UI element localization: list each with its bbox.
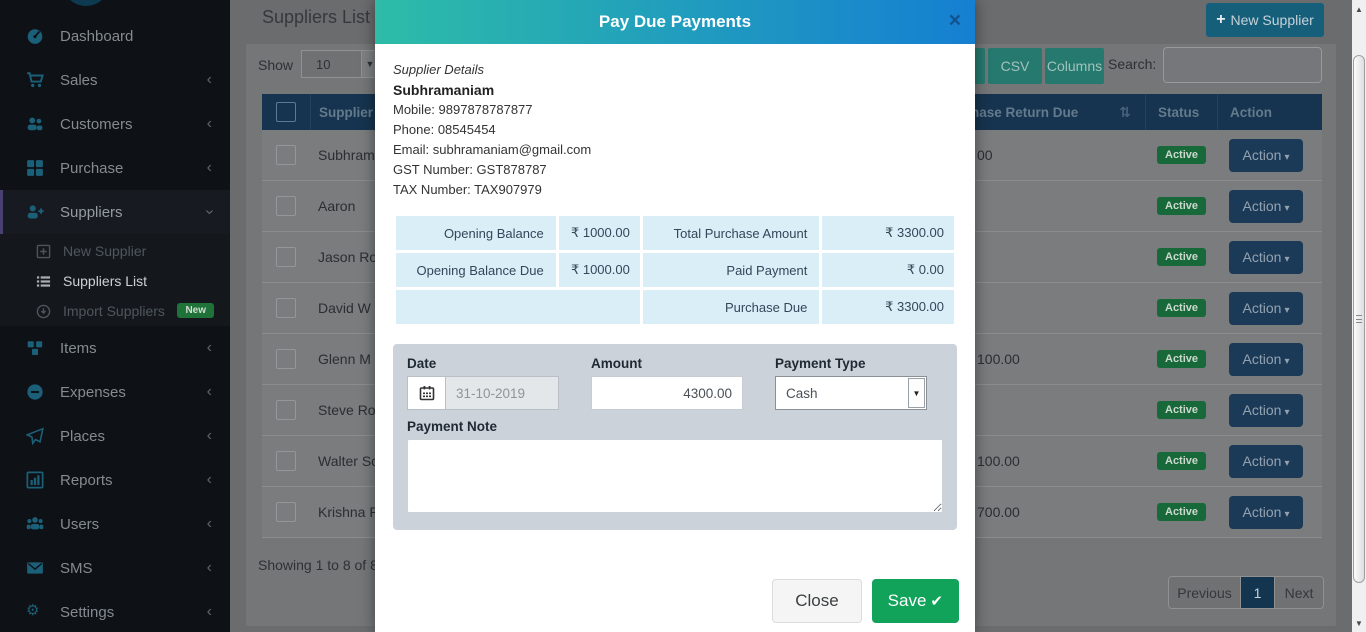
supplier-details-heading: Supplier Details bbox=[393, 60, 957, 80]
app-window: Dashboard Sales ‹ Customers ‹ P bbox=[0, 0, 1366, 632]
window-scrollbar[interactable]: ▲ ▼ bbox=[1352, 0, 1366, 632]
summary-value: ₹ 0.00 bbox=[821, 252, 956, 289]
scrollbar-thumb[interactable] bbox=[1353, 55, 1365, 583]
payment-form-panel: Date Amount Payment Type bbox=[393, 344, 957, 530]
payment-note-label: Payment Note bbox=[407, 419, 943, 434]
summary-value: ₹ 1000.00 bbox=[557, 252, 641, 289]
summary-label: Paid Payment bbox=[641, 252, 821, 289]
supplier-phone-text: Phone: 08545454 bbox=[393, 120, 957, 140]
summary-label: Opening Balance Due bbox=[395, 252, 558, 289]
select-arrow-icon: ▼ bbox=[908, 378, 925, 408]
save-button[interactable]: Save ✔ bbox=[872, 579, 959, 623]
date-input[interactable] bbox=[445, 376, 559, 410]
payment-type-value: Cash bbox=[776, 386, 907, 401]
supplier-email-text: Email: subhramaniam@gmail.com bbox=[393, 140, 957, 160]
scroll-down-arrow-icon[interactable]: ▼ bbox=[1352, 616, 1366, 630]
modal-header: Pay Due Payments × bbox=[375, 0, 975, 44]
summary-label: Total Purchase Amount bbox=[641, 215, 821, 252]
payment-note-textarea[interactable] bbox=[407, 439, 943, 513]
supplier-gst-text: GST Number: GST878787 bbox=[393, 160, 957, 180]
close-button[interactable]: Close bbox=[772, 579, 861, 623]
save-label: Save bbox=[888, 591, 927, 611]
summary-value: ₹ 3300.00 bbox=[821, 289, 956, 326]
modal-title: Pay Due Payments bbox=[599, 12, 751, 32]
amount-label: Amount bbox=[591, 356, 743, 371]
pay-due-payments-modal: Pay Due Payments × Supplier Details Subh… bbox=[375, 0, 975, 632]
close-icon[interactable]: × bbox=[949, 10, 961, 31]
supplier-name-text: Subhramaniam bbox=[393, 80, 957, 100]
modal-body: Supplier Details Subhramaniam Mobile: 98… bbox=[375, 44, 975, 530]
summary-empty-cell bbox=[395, 289, 642, 326]
supplier-tax-text: TAX Number: TAX907979 bbox=[393, 180, 957, 200]
calendar-icon[interactable] bbox=[407, 376, 445, 410]
balance-summary-table: Opening Balance ₹ 1000.00 Total Purchase… bbox=[393, 213, 957, 327]
payment-type-label: Payment Type bbox=[775, 356, 927, 371]
scrollbar-grip bbox=[1356, 315, 1362, 323]
payment-type-select[interactable]: Cash ▼ bbox=[775, 376, 927, 410]
summary-label: Purchase Due bbox=[641, 289, 821, 326]
check-icon: ✔ bbox=[930, 592, 943, 610]
scroll-up-arrow-icon[interactable]: ▲ bbox=[1352, 2, 1366, 16]
modal-footer: Close Save ✔ bbox=[772, 579, 959, 623]
supplier-mobile-text: Mobile: 9897878787877 bbox=[393, 100, 957, 120]
date-label: Date bbox=[407, 356, 559, 371]
summary-label: Opening Balance bbox=[395, 215, 558, 252]
amount-input[interactable] bbox=[591, 376, 743, 410]
summary-value: ₹ 3300.00 bbox=[821, 215, 956, 252]
summary-value: ₹ 1000.00 bbox=[557, 215, 641, 252]
